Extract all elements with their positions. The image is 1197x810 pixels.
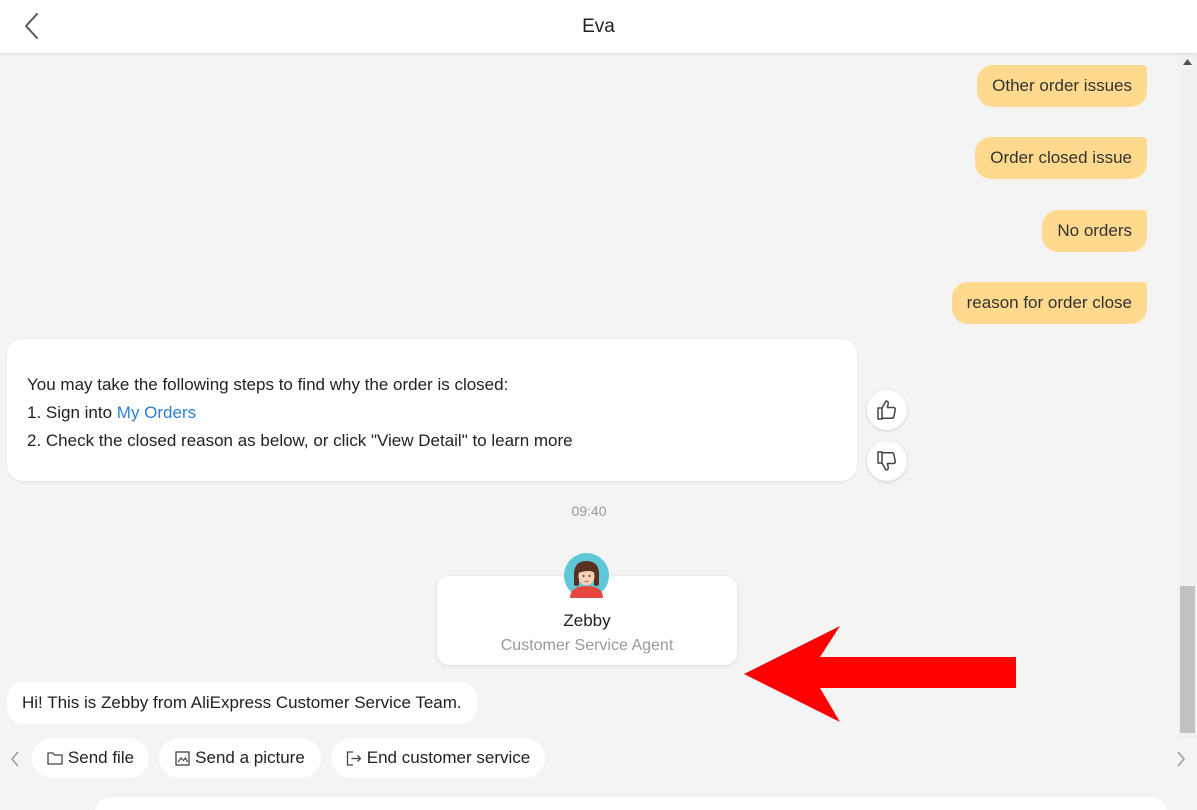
agent-name: Zebby xyxy=(563,611,611,630)
user-message: reason for order close xyxy=(951,282,1147,324)
thumbs-up-button[interactable] xyxy=(867,390,907,430)
send-file-label: Send file xyxy=(67,748,135,767)
thumbs-down-icon xyxy=(877,451,897,471)
triangle-up-icon xyxy=(1183,58,1192,65)
bot-message-line: 1. Sign into My Orders xyxy=(27,399,837,427)
user-message: Other order issues xyxy=(977,65,1147,107)
thumbs-up-icon xyxy=(877,400,897,420)
user-message: No orders xyxy=(1042,210,1147,252)
folder-icon xyxy=(47,752,63,765)
chevron-right-icon xyxy=(1177,751,1185,767)
send-picture-button[interactable]: Send a picture xyxy=(159,738,321,778)
chevron-left-icon xyxy=(11,751,19,767)
scroll-left-button[interactable] xyxy=(7,749,23,769)
end-service-label: End customer service xyxy=(366,748,531,767)
scroll-up-button[interactable] xyxy=(1178,53,1197,70)
exit-icon xyxy=(346,750,362,766)
agent-avatar-icon xyxy=(564,553,609,598)
agent-greeting-message: Hi! This is Zebby from AliExpress Custom… xyxy=(7,682,477,724)
user-message: Order closed issue xyxy=(975,137,1147,179)
bot-message-line: 2. Check the closed reason as below, or … xyxy=(27,431,573,450)
thumbs-down-button[interactable] xyxy=(867,441,907,481)
scroll-right-button[interactable] xyxy=(1173,749,1189,769)
image-icon xyxy=(175,750,190,766)
my-orders-link[interactable]: My Orders xyxy=(117,403,196,422)
message-input[interactable] xyxy=(95,797,1167,810)
red-arrow-annotation xyxy=(744,626,1016,722)
agent-role: Customer Service Agent xyxy=(500,637,674,654)
chat-header: Eva xyxy=(0,0,1197,53)
chat-messages: Other order issues Order closed issue No… xyxy=(0,53,1178,730)
quick-actions-bar: Send file Send a picture End customer se… xyxy=(0,737,1197,781)
bot-message: You may take the following steps to find… xyxy=(7,339,857,481)
chat-title: Eva xyxy=(582,16,615,37)
send-picture-label: Send a picture xyxy=(195,748,305,767)
end-service-button[interactable]: End customer service xyxy=(331,738,545,778)
agent-avatar xyxy=(564,553,609,598)
send-file-button[interactable]: Send file xyxy=(32,738,149,778)
message-timestamp: 09:40 xyxy=(571,503,607,519)
bot-message-text: 1. Sign into xyxy=(27,403,117,422)
bot-message-line: You may take the following steps to find… xyxy=(27,375,509,394)
scrollbar-thumb[interactable] xyxy=(1180,586,1195,733)
chat-scrollbar[interactable] xyxy=(1178,53,1197,739)
